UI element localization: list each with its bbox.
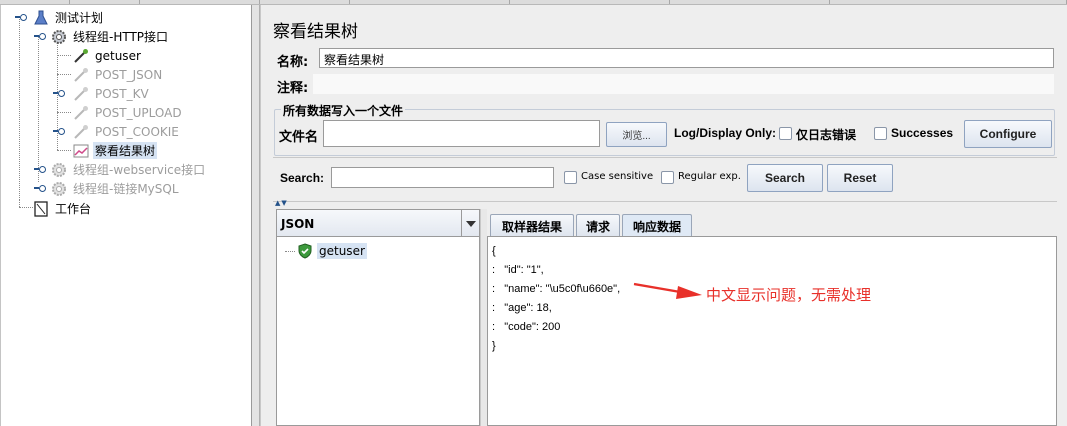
name-field[interactable]: 察看结果树 bbox=[319, 48, 1054, 68]
test-plan-tree[interactable]: 测试计划 线程组-HTTP接口 getuser POST_JSON POST_K… bbox=[0, 5, 252, 426]
expand-toggle-icon[interactable] bbox=[34, 32, 46, 41]
errors-only-label: 仅日志错误 bbox=[796, 128, 857, 142]
expand-toggle-icon[interactable] bbox=[34, 184, 46, 193]
tree-node-getuser[interactable]: getuser bbox=[73, 46, 143, 65]
gear-icon bbox=[51, 181, 67, 197]
tree-node-view-results-tree[interactable]: 察看结果树 bbox=[73, 141, 158, 160]
response-line: { bbox=[492, 245, 496, 257]
response-line: : "name": "\u5c0f\u660e", bbox=[492, 283, 621, 295]
tree-node-label: POST_COOKIE bbox=[95, 124, 179, 139]
expand-toggle-icon[interactable] bbox=[53, 127, 65, 136]
case-sensitive-label: Case sensitive bbox=[581, 171, 654, 182]
tree-node-label: 测试计划 bbox=[55, 11, 104, 25]
success-shield-icon bbox=[297, 243, 313, 259]
tab-response-data[interactable]: 响应数据 bbox=[622, 214, 692, 237]
response-line: } bbox=[492, 340, 496, 352]
tab-request[interactable]: 请求 bbox=[576, 214, 620, 237]
search-button[interactable]: Search bbox=[747, 164, 823, 192]
results-list: JSON getuser bbox=[276, 209, 480, 426]
response-data-view[interactable]: { : "id": "1", : "name": "\u5c0f\u660e",… bbox=[487, 236, 1057, 426]
tree-node-label: getuser bbox=[95, 48, 141, 63]
tree-node-label: 线程组-链接MySQL bbox=[73, 182, 179, 196]
renderer-value: JSON bbox=[281, 217, 315, 231]
tab-sampler-result[interactable]: 取样器结果 bbox=[490, 214, 574, 237]
tree-node-label: 线程组-HTTP接口 bbox=[73, 30, 169, 44]
renderer-select[interactable]: JSON bbox=[277, 210, 479, 237]
response-line: : "age": 18, bbox=[492, 302, 552, 314]
pipette-icon bbox=[73, 67, 89, 83]
tree-node-post-json[interactable]: POST_JSON bbox=[73, 65, 164, 84]
tree-node-post-upload[interactable]: POST_UPLOAD bbox=[73, 103, 184, 122]
name-label: 名称: bbox=[277, 55, 309, 70]
tree-node-thread-group-http[interactable]: 线程组-HTTP接口 bbox=[51, 27, 170, 46]
gear-icon bbox=[51, 29, 67, 45]
chart-icon bbox=[73, 143, 89, 159]
pipette-icon bbox=[73, 124, 89, 140]
results-splitter[interactable] bbox=[480, 209, 487, 426]
search-label: Search: bbox=[280, 171, 325, 185]
filename-input[interactable] bbox=[323, 120, 600, 147]
browse-button[interactable]: 浏览... bbox=[606, 122, 667, 147]
page-title: 察看结果树 bbox=[273, 22, 358, 42]
tree-splitter[interactable] bbox=[252, 5, 260, 426]
tree-node-post-cookie[interactable]: POST_COOKIE bbox=[73, 122, 181, 141]
tree-node-workbench[interactable]: 工作台 bbox=[33, 199, 93, 218]
reset-button[interactable]: Reset bbox=[827, 164, 893, 192]
successes-checkbox[interactable] bbox=[874, 127, 887, 140]
list-item-label: getuser bbox=[317, 243, 367, 259]
pipette-icon bbox=[73, 86, 89, 102]
log-display-label: Log/Display Only: bbox=[674, 126, 777, 140]
comment-label: 注释: bbox=[277, 81, 309, 96]
tree-node-test-plan[interactable]: 测试计划 bbox=[33, 8, 105, 27]
response-line: : "code": 200 bbox=[492, 321, 561, 333]
gear-icon bbox=[51, 162, 67, 178]
comment-field[interactable] bbox=[313, 74, 1054, 94]
chevron-down-icon[interactable] bbox=[461, 210, 479, 236]
errors-only-checkbox[interactable] bbox=[779, 127, 792, 140]
tree-node-label: POST_KV bbox=[95, 86, 149, 101]
expand-toggle-icon[interactable] bbox=[34, 165, 46, 174]
split-arrows-icon[interactable]: ▲▼ bbox=[275, 199, 288, 207]
name-row: 名称: 察看结果树 bbox=[273, 47, 1057, 70]
annotation-text: 中文显示问题，无需处理 bbox=[706, 286, 872, 304]
expand-toggle-icon[interactable] bbox=[15, 13, 27, 22]
list-item-getuser[interactable]: getuser bbox=[297, 242, 367, 260]
successes-label: Successes bbox=[891, 126, 954, 140]
configure-button[interactable]: Configure bbox=[964, 120, 1052, 148]
search-input[interactable] bbox=[331, 167, 554, 188]
tree-node-label: POST_UPLOAD bbox=[95, 105, 182, 120]
result-detail-area: 取样器结果 请求 响应数据 { : "id": "1", : "name": "… bbox=[487, 209, 1057, 426]
tree-node-label: 察看结果树 bbox=[93, 142, 158, 159]
pipette-icon bbox=[73, 48, 89, 64]
write-to-file-legend: 所有数据写入一个文件 bbox=[281, 102, 406, 119]
tree-node-label: POST_JSON bbox=[95, 67, 163, 82]
tree-node-thread-group-webservice[interactable]: 线程组-webservice接口 bbox=[51, 160, 207, 179]
annotation-arrow-icon bbox=[633, 282, 702, 299]
regular-exp-checkbox[interactable] bbox=[661, 171, 674, 184]
workbench-icon bbox=[33, 200, 49, 217]
tree-node-label: 线程组-webservice接口 bbox=[73, 163, 206, 177]
tree-node-thread-group-mysql[interactable]: 线程组-链接MySQL bbox=[51, 179, 181, 198]
tree-node-post-kv[interactable]: POST_KV bbox=[73, 84, 151, 103]
filename-label: 文件名 bbox=[279, 130, 319, 145]
view-results-tree-panel: 察看结果树 名称: 察看结果树 注释: 所有数据写入一个文件 文件名 浏览...… bbox=[260, 5, 1067, 426]
tree-node-label: 工作台 bbox=[55, 202, 92, 216]
case-sensitive-checkbox[interactable] bbox=[564, 171, 577, 184]
flask-icon bbox=[33, 10, 49, 26]
comment-row: 注释: bbox=[273, 73, 1057, 96]
pipette-icon bbox=[73, 105, 89, 121]
response-line: : "id": "1", bbox=[492, 264, 544, 276]
regular-exp-label: Regular exp. bbox=[678, 171, 741, 182]
expand-toggle-icon[interactable] bbox=[53, 89, 65, 98]
